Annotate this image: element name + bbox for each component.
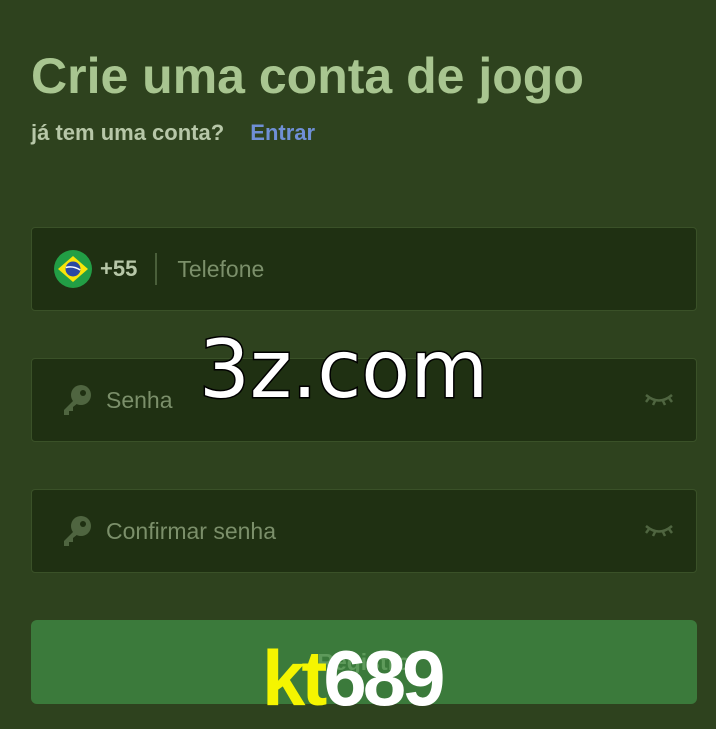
register-button[interactable]: Registro (31, 620, 697, 704)
eye-closed-icon[interactable] (644, 520, 674, 542)
password-placeholder[interactable]: Senha (106, 387, 173, 414)
brazil-flag-icon[interactable] (54, 250, 92, 288)
confirm-password-field[interactable]: Confirmar senha (31, 489, 697, 573)
phone-field[interactable]: +55 Telefone (31, 227, 697, 311)
password-field[interactable]: Senha (31, 358, 697, 442)
page-title: Crie uma conta de jogo (31, 48, 584, 104)
key-icon (60, 383, 94, 417)
country-code[interactable]: +55 (100, 256, 137, 282)
key-icon (60, 514, 94, 548)
phone-placeholder[interactable]: Telefone (177, 256, 264, 283)
confirm-password-placeholder[interactable]: Confirmar senha (106, 518, 276, 545)
register-button-label: Registro (317, 648, 411, 675)
eye-closed-icon[interactable] (644, 389, 674, 411)
login-link[interactable]: Entrar (250, 120, 315, 145)
login-row: já tem uma conta? Entrar (31, 119, 315, 147)
login-prompt: já tem uma conta? (31, 120, 225, 145)
field-divider (155, 253, 158, 285)
